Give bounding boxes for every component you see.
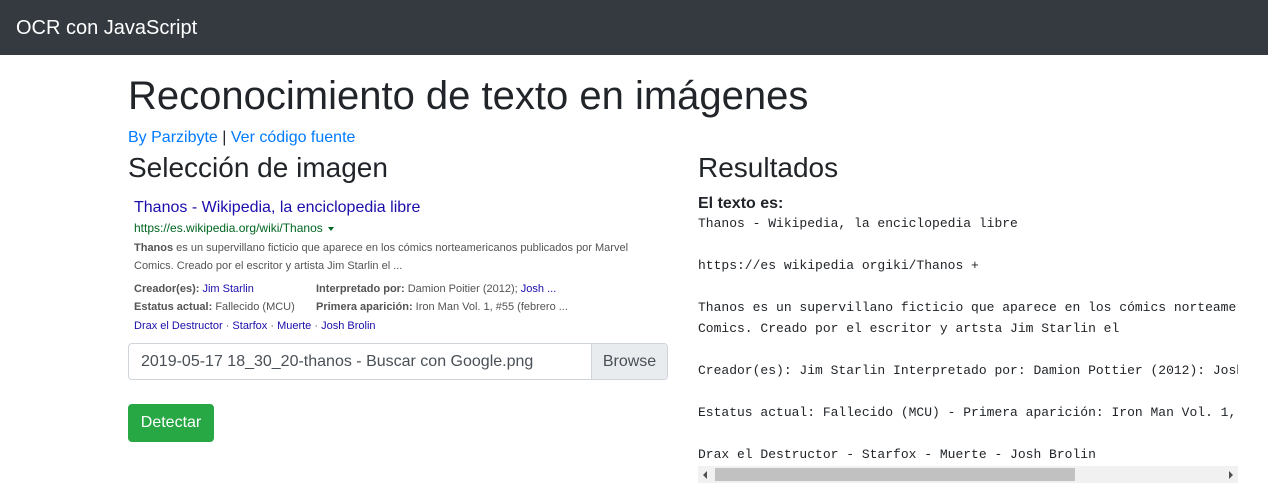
byline-separator: | xyxy=(222,129,227,146)
related-sep: · xyxy=(267,320,278,332)
result-line: Thanos - Wikipedia, la enciclopedia libr… xyxy=(698,216,1018,231)
result-text-area[interactable]: Thanos - Wikipedia, la enciclopedia libr… xyxy=(698,214,1238,467)
preview-snippet-bold: Thanos xyxy=(134,242,174,254)
byline: By Parzibyte | Ver código fuente xyxy=(128,128,355,148)
file-input-filename: 2019-05-17 18_30_20-thanos - Buscar con … xyxy=(141,353,534,370)
result-line: Thanos es un supervillano ficticio que a… xyxy=(698,300,1238,315)
fact-label: Estatus actual xyxy=(134,301,209,313)
image-selection-heading: Selección de imagen xyxy=(128,152,388,183)
fact-value2-link: Josh ... xyxy=(520,283,557,295)
preview-fact-row: Estatus actual: Fallecido (MCU) Primera … xyxy=(134,298,568,316)
related-item: Muerte xyxy=(277,320,312,332)
chevron-down-icon xyxy=(327,226,334,231)
selected-image-preview: Thanos - Wikipedia, la enciclopedia libr… xyxy=(128,192,668,338)
result-label: El texto es: xyxy=(698,195,784,212)
results-heading: Resultados xyxy=(698,152,839,183)
result-horizontal-scrollbar[interactable] xyxy=(698,466,1238,483)
scroll-left-arrow-icon[interactable] xyxy=(703,471,707,479)
result-line: Drax el Destructor - Starfox - Muerte - … xyxy=(698,447,1096,462)
preview-related: Drax el Destructor · Starfox · Muerte · … xyxy=(134,319,376,333)
related-item: Starfox xyxy=(232,320,268,332)
result-line: Comics. Creado por el escritor y artsta … xyxy=(698,321,1120,336)
source-code-link[interactable]: Ver código fuente xyxy=(231,129,356,146)
related-sep: · xyxy=(222,320,233,332)
scrollbar-thumb[interactable] xyxy=(715,468,1075,481)
fact-value2: Iron Man Vol. 1, #55 (febrero ... xyxy=(415,301,568,313)
preview-snippet: Thanos es un supervillano ficticio que a… xyxy=(134,239,664,275)
scroll-right-arrow-icon[interactable] xyxy=(1229,471,1233,479)
fact-col2: Primera aparición: Iron Man Vol. 1, #55 … xyxy=(316,301,568,313)
navbar-brand[interactable]: OCR con JavaScript xyxy=(16,16,197,40)
navbar: OCR con JavaScript xyxy=(0,0,1268,55)
fact-value2: Damion Poitier (2012); xyxy=(407,283,521,295)
result-line: Estatus actual: Fallecido (MCU) - Primer… xyxy=(698,405,1237,420)
browse-button[interactable]: Browse xyxy=(591,344,667,379)
related-item: Josh Brolin xyxy=(321,320,376,332)
image-file-input[interactable]: 2019-05-17 18_30_20-thanos - Buscar con … xyxy=(128,343,668,380)
preview-url-text: https://es.wikipedia.org/wiki/Thanos xyxy=(134,221,323,235)
preview-result-title: Thanos - Wikipedia, la enciclopedia libr… xyxy=(134,199,421,216)
preview-result-url: https://es.wikipedia.org/wiki/Thanos xyxy=(134,221,334,236)
fact-col2: Interpretado por: Damion Poitier (2012);… xyxy=(316,283,557,295)
author-link[interactable]: By Parzibyte xyxy=(128,129,218,146)
fact-value: Jim Starlin xyxy=(202,283,254,295)
preview-facts: Creador(es): Jim Starlin Interpretado po… xyxy=(134,280,568,316)
fact-label: Creador(es) xyxy=(134,283,196,295)
related-sep: · xyxy=(311,320,322,332)
preview-snippet-text: es un supervillano ficticio que aparece … xyxy=(134,242,629,272)
fact-label2: Interpretado por xyxy=(316,283,401,295)
fact-value: Fallecido (MCU) xyxy=(215,301,295,313)
page-title: Reconocimiento de texto en imágenes xyxy=(128,74,809,118)
result-line: Creador(es): Jim Starlin Interpretado po… xyxy=(698,363,1238,378)
preview-fact-row: Creador(es): Jim Starlin Interpretado po… xyxy=(134,280,556,298)
detect-button[interactable]: Detectar xyxy=(128,404,214,442)
result-line: https://es wikipedia orgiki/Thanos + xyxy=(698,258,979,273)
fact-label2: Primera aparición xyxy=(316,301,409,313)
related-item: Drax el Destructor xyxy=(134,320,223,332)
